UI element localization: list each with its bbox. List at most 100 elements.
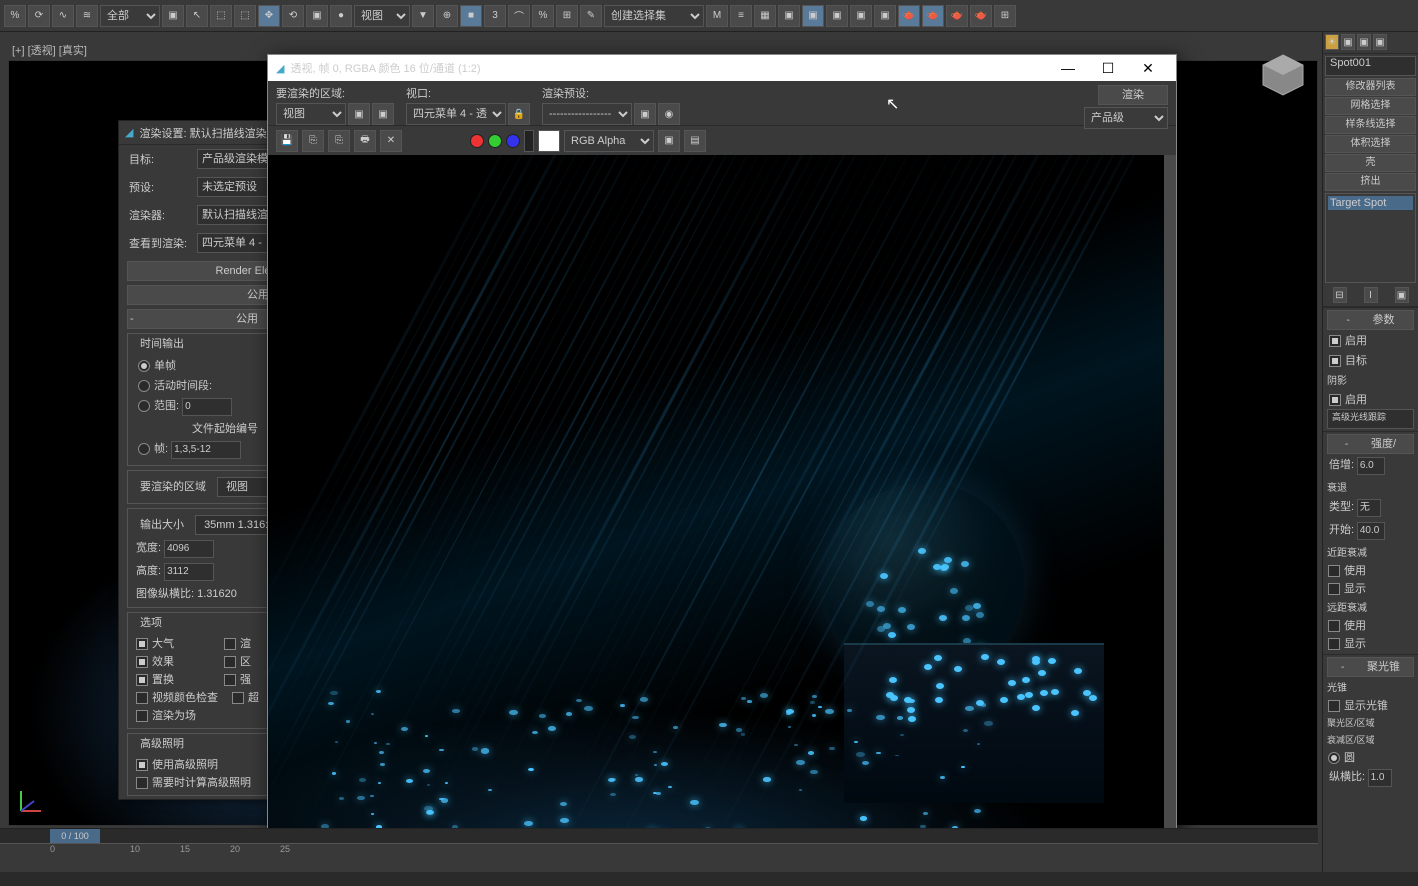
production-select[interactable]: 产品级 xyxy=(1084,107,1168,129)
height-spinner[interactable]: 3112 xyxy=(164,563,214,581)
tool-icon[interactable]: ∿ xyxy=(52,5,74,27)
select-icon[interactable]: ↖ xyxy=(186,5,208,27)
red-channel[interactable] xyxy=(470,134,484,148)
stack-icon[interactable]: ▣ xyxy=(1395,287,1409,303)
radio-frames[interactable] xyxy=(138,443,150,455)
clone-icon[interactable]: ⎘ xyxy=(328,130,350,152)
check-field[interactable] xyxy=(136,710,148,722)
modifier-button[interactable]: 样条线选择 xyxy=(1325,116,1416,134)
check[interactable] xyxy=(224,638,236,650)
render-icon[interactable]: 🫖 xyxy=(946,5,968,27)
modifier-button[interactable]: 壳 xyxy=(1325,154,1416,172)
tool-icon[interactable]: ⟳ xyxy=(28,5,50,27)
tool-icon[interactable]: ⬚ xyxy=(234,5,256,27)
check-shadow[interactable] xyxy=(1329,394,1341,406)
print-icon[interactable]: 🖶 xyxy=(354,130,376,152)
save-icon[interactable]: 💾 xyxy=(276,130,298,152)
create-tab-icon[interactable]: ☀ xyxy=(1325,34,1339,50)
coord-select[interactable]: 视图 xyxy=(354,5,410,27)
viewcube[interactable] xyxy=(1258,50,1308,100)
modifier-button[interactable]: 网格选择 xyxy=(1325,97,1416,115)
tab-icon[interactable]: ▣ xyxy=(1373,34,1387,50)
tool-icon[interactable]: ▼ xyxy=(412,5,434,27)
tool-icon[interactable]: 3 xyxy=(484,5,506,27)
modifier-list[interactable]: 修改器列表 xyxy=(1325,78,1416,96)
check-target[interactable] xyxy=(1329,355,1341,367)
time-slider[interactable]: 0 / 100 xyxy=(50,829,100,843)
stack-icon[interactable]: I xyxy=(1364,287,1378,303)
modifier-button[interactable]: 挤出 xyxy=(1325,173,1416,191)
rollout[interactable]: - 强度/ xyxy=(1327,434,1414,454)
tool-icon[interactable]: ▣ xyxy=(634,103,656,125)
tool-icon[interactable]: ◉ xyxy=(658,103,680,125)
object-name-input[interactable]: Spot001 xyxy=(1325,56,1416,76)
decay-start[interactable]: 40.0 xyxy=(1357,522,1385,540)
snap-icon[interactable]: ⌒ xyxy=(508,5,530,27)
frames-input[interactable]: 1,3,5-12 xyxy=(171,441,241,459)
check-displace[interactable] xyxy=(136,674,148,686)
tool-icon[interactable]: ≋ xyxy=(76,5,98,27)
check-adv-compute[interactable] xyxy=(136,777,148,789)
tool-icon[interactable]: ⊕ xyxy=(436,5,458,27)
render-icon[interactable]: 🫖 xyxy=(922,5,944,27)
tool-icon[interactable]: ■ xyxy=(460,5,482,27)
copy-icon[interactable]: ⎘ xyxy=(302,130,324,152)
tool-icon[interactable]: ● xyxy=(330,5,352,27)
alpha-channel[interactable] xyxy=(524,130,534,152)
check-adv-use[interactable] xyxy=(136,759,148,771)
radio-single[interactable] xyxy=(138,360,150,372)
scrollbar[interactable] xyxy=(1164,155,1176,863)
rollout[interactable]: - 聚光锥 xyxy=(1327,657,1414,677)
tool-icon[interactable]: ▣ xyxy=(826,5,848,27)
maximize-button[interactable]: ☐ xyxy=(1088,55,1128,81)
check[interactable] xyxy=(1328,565,1340,577)
check[interactable] xyxy=(224,674,236,686)
radio-active[interactable] xyxy=(138,380,150,392)
lock-icon[interactable]: 🔒 xyxy=(508,103,530,125)
multiplier-spinner[interactable]: 6.0 xyxy=(1357,457,1385,475)
render-icon[interactable]: 🫖 xyxy=(898,5,920,27)
tool-icon[interactable]: ⊞ xyxy=(994,5,1016,27)
check-enable[interactable] xyxy=(1329,335,1341,347)
width-spinner[interactable]: 4096 xyxy=(164,540,214,558)
render-icon[interactable]: 🫖 xyxy=(970,5,992,27)
modifier-button[interactable]: 体积选择 xyxy=(1325,135,1416,153)
timeline[interactable]: 0 / 100 0 10 15 20 25 xyxy=(0,828,1318,872)
marquee-icon[interactable]: ⬚ xyxy=(210,5,232,27)
green-channel[interactable] xyxy=(488,134,502,148)
area-select[interactable]: 视图 xyxy=(276,103,346,125)
radio-range[interactable] xyxy=(138,400,150,412)
blue-channel[interactable] xyxy=(506,134,520,148)
minimize-button[interactable]: — xyxy=(1048,55,1088,81)
modifier-stack[interactable]: Target Spot xyxy=(1325,193,1416,283)
tool-icon[interactable]: ▣ xyxy=(348,103,370,125)
snap-icon[interactable]: ⊞ xyxy=(556,5,578,27)
check[interactable] xyxy=(232,692,244,704)
check[interactable] xyxy=(1328,583,1340,595)
radio-circle[interactable] xyxy=(1328,752,1340,764)
tool-icon[interactable]: ▦ xyxy=(754,5,776,27)
tool-icon[interactable]: ▣ xyxy=(778,5,800,27)
tool-icon[interactable]: ▣ xyxy=(850,5,872,27)
rollout[interactable]: - 参数 xyxy=(1327,310,1414,330)
stack-icon[interactable]: ⊟ xyxy=(1333,287,1347,303)
range-spinner[interactable]: 0 xyxy=(182,398,232,416)
modify-tab-icon[interactable]: ▣ xyxy=(1341,34,1355,50)
tab-icon[interactable]: ▣ xyxy=(1357,34,1371,50)
check-effect[interactable] xyxy=(136,656,148,668)
check[interactable] xyxy=(224,656,236,668)
rotate-icon[interactable]: ⟲ xyxy=(282,5,304,27)
snap-icon[interactable]: % xyxy=(532,5,554,27)
selection-set-select[interactable]: 创建选择集 xyxy=(604,5,704,27)
tool-icon[interactable]: ≡ xyxy=(730,5,752,27)
scale-icon[interactable]: ▣ xyxy=(306,5,328,27)
shadow-type-select[interactable]: 高级光线跟踪 xyxy=(1327,409,1414,429)
tool-icon[interactable]: ▣ xyxy=(802,5,824,27)
clear-icon[interactable]: ✕ xyxy=(380,130,402,152)
close-button[interactable]: ✕ xyxy=(1128,55,1168,81)
move-icon[interactable]: ✥ xyxy=(258,5,280,27)
check[interactable] xyxy=(1328,620,1340,632)
check-atmos[interactable] xyxy=(136,638,148,650)
tool-icon[interactable]: ▣ xyxy=(874,5,896,27)
tool-icon[interactable]: ▣ xyxy=(658,130,680,152)
